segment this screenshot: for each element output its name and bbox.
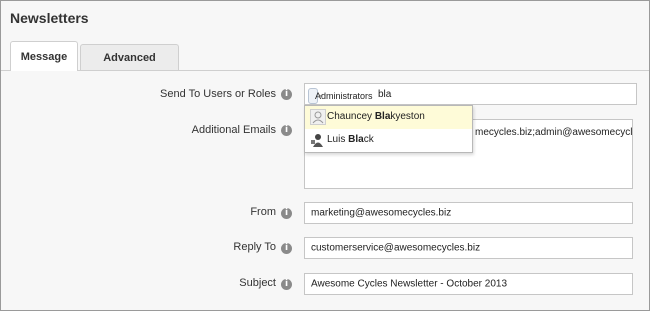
from-input[interactable]: marketing@awesomecycles.biz [304,202,633,224]
recipient-tag-label: Administrators [315,91,373,101]
subject-input[interactable]: Awesome Cycles Newsletter - October 2013 [304,273,633,295]
info-icon[interactable]: i [281,243,292,254]
info-icon[interactable]: i [281,279,292,290]
reply-to-input[interactable]: customerservice@awesomecycles.biz [304,237,633,259]
send-to-input[interactable]: Administrators × bla [304,83,637,105]
info-icon[interactable]: i [281,89,292,100]
reply-to-label: Reply To [233,241,276,253]
additional-emails-label: Additional Emails [191,124,276,136]
subject-label: Subject [239,277,276,289]
tab-advanced-settings[interactable]: Advanced Settings [80,44,179,90]
tab-message[interactable]: Message [10,41,78,71]
info-icon[interactable]: i [281,208,292,219]
additional-emails-text: mecycles.biz;admin@awesomecycles.bi [475,127,633,138]
autocomplete-option[interactable]: Chauncey Blakyeston [305,106,472,129]
from-label: From [250,206,276,218]
subject-value: Awesome Cycles Newsletter - October 2013 [311,278,508,290]
remove-tag-icon[interactable]: × [318,89,323,103]
page-title: Newsletters [10,10,89,26]
newsletters-window: Newsletters Message Advanced Settings Se… [0,0,650,311]
reply-to-value: customerservice@awesomecycles.biz [311,242,481,254]
autocomplete-dropdown: Chauncey Blakyeston Luis Black [304,105,473,153]
header: Newsletters [1,1,649,41]
autocomplete-option-label: Chauncey Blakyeston [327,111,425,122]
from-value: marketing@awesomecycles.biz [311,207,452,219]
info-icon[interactable]: i [281,125,292,136]
avatar [310,109,326,125]
avatar [310,132,326,148]
send-to-label: Send To Users or Roles [160,88,276,100]
send-to-typed-text: bla [378,89,392,100]
autocomplete-option[interactable]: Luis Black [305,129,472,152]
tab-bar: Message Advanced Settings [1,41,649,90]
autocomplete-option-label: Luis Black [327,134,374,145]
recipient-tag: Administrators × [308,88,373,104]
